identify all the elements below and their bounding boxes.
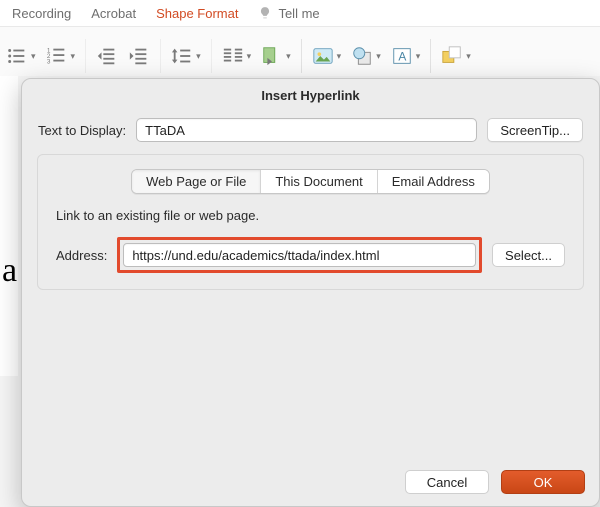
segment-email-address[interactable]: Email Address xyxy=(377,170,489,193)
chevron-down-icon: ▾ xyxy=(286,51,291,62)
ribbon-tabs: Recording Acrobat Shape Format Tell me xyxy=(0,0,600,26)
chevron-down-icon: ▾ xyxy=(416,51,421,62)
page-glyph: a xyxy=(2,252,17,290)
segment-this-document[interactable]: This Document xyxy=(260,170,376,193)
insert-textbox-button[interactable]: A ▾ xyxy=(391,45,421,67)
group-separator xyxy=(301,39,302,73)
address-input[interactable] xyxy=(123,243,476,267)
bulleted-list-button[interactable]: ▾ xyxy=(6,45,36,67)
insert-picture-button[interactable]: ▾ xyxy=(312,45,342,67)
chevron-down-icon: ▾ xyxy=(71,51,76,62)
ribbon-tab-acrobat[interactable]: Acrobat xyxy=(83,2,144,25)
lightbulb-icon xyxy=(258,6,272,20)
segment-web-page-or-file[interactable]: Web Page or File xyxy=(132,170,260,193)
chevron-down-icon: ▾ xyxy=(247,51,252,62)
chevron-down-icon: ▾ xyxy=(466,51,471,62)
select-file-button[interactable]: Select... xyxy=(492,243,565,267)
chevron-down-icon: ▾ xyxy=(376,51,381,62)
text-to-display-input[interactable] xyxy=(136,118,477,142)
page-edge xyxy=(0,76,18,376)
ribbon-tab-recording[interactable]: Recording xyxy=(4,2,79,25)
svg-text:A: A xyxy=(398,50,406,64)
cancel-button[interactable]: Cancel xyxy=(405,470,489,494)
insert-shapes-button[interactable]: ▾ xyxy=(351,45,381,67)
chevron-down-icon: ▾ xyxy=(31,51,36,62)
increase-indent-button[interactable] xyxy=(128,45,150,67)
separator xyxy=(160,39,161,73)
line-spacing-button[interactable]: ▾ xyxy=(171,45,201,67)
separator xyxy=(85,39,86,73)
link-panel: Web Page or File This Document Email Add… xyxy=(37,154,584,290)
ok-button[interactable]: OK xyxy=(501,470,585,494)
arrange-button[interactable]: ▾ xyxy=(441,45,471,67)
address-label: Address: xyxy=(56,248,107,263)
address-highlight xyxy=(117,237,482,273)
screentip-button[interactable]: ScreenTip... xyxy=(487,118,583,142)
svg-text:3: 3 xyxy=(46,58,50,65)
numbered-list-button[interactable]: 123 ▾ xyxy=(46,45,76,67)
text-to-display-label: Text to Display: xyxy=(38,123,126,138)
chevron-down-icon: ▾ xyxy=(196,51,201,62)
columns-button[interactable]: ▾ xyxy=(222,45,252,67)
text-direction-button[interactable]: ▾ xyxy=(261,45,291,67)
group-separator xyxy=(430,39,431,73)
link-type-segmented: Web Page or File This Document Email Add… xyxy=(56,169,565,194)
separator xyxy=(211,39,212,73)
tell-me-label: Tell me xyxy=(278,6,319,21)
dialog-title: Insert Hyperlink xyxy=(22,79,599,110)
link-hint-text: Link to an existing file or web page. xyxy=(56,208,565,223)
dialog-footer: Cancel OK xyxy=(405,470,585,494)
ruler-corner xyxy=(0,76,18,94)
decrease-indent-button[interactable] xyxy=(96,45,118,67)
insert-hyperlink-dialog: Insert Hyperlink Text to Display: Screen… xyxy=(21,78,600,507)
ribbon-tab-shape-format[interactable]: Shape Format xyxy=(148,2,246,25)
ribbon-tab-tell-me[interactable]: Tell me xyxy=(250,2,327,25)
chevron-down-icon: ▾ xyxy=(337,51,342,62)
